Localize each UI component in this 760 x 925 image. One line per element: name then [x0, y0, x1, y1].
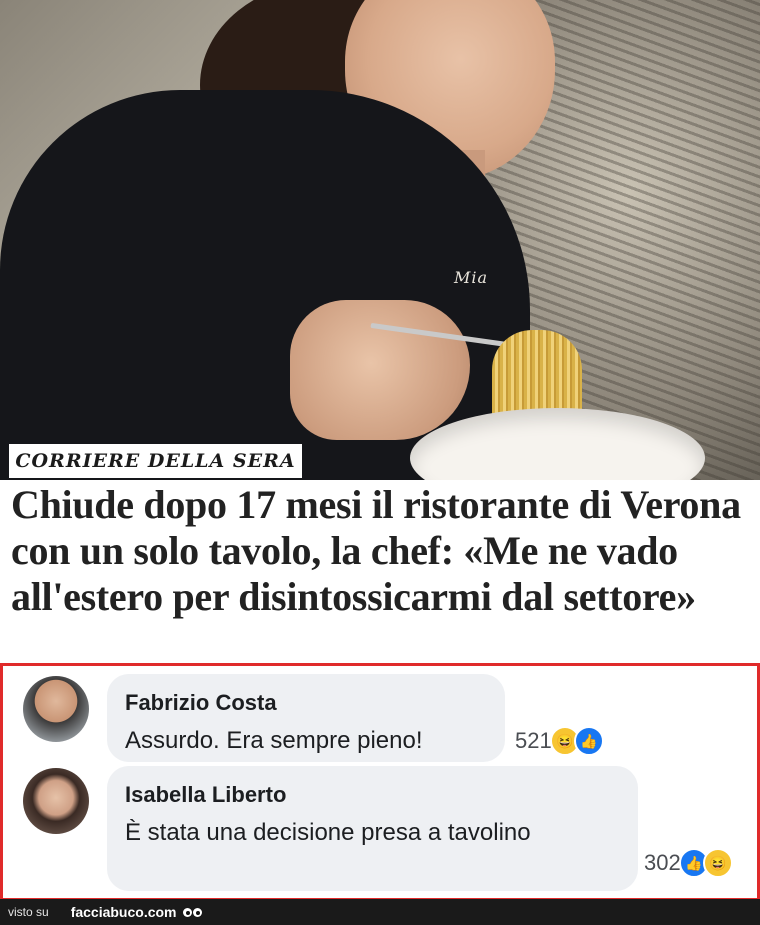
reaction-summary[interactable]: 521 😆 👍: [515, 726, 604, 756]
haha-icon: 😆: [702, 848, 733, 878]
chef-hand: [290, 300, 470, 440]
comment-text: Assurdo. Era sempre pieno!: [125, 727, 423, 754]
eyes-logo-icon: [182, 907, 202, 917]
comment-bubble: Fabrizio Costa Assurdo. Era sempre pieno…: [107, 674, 505, 762]
comment-author[interactable]: Fabrizio Costa: [125, 690, 277, 716]
jacket-embroidery: Mia: [454, 268, 489, 287]
chef-photo: Mia CORRIERE DELLA SERA: [0, 0, 760, 480]
avatar[interactable]: [23, 768, 89, 834]
watermark-prefix: visto su: [8, 905, 49, 919]
like-icon: 👍: [573, 726, 604, 756]
comment-text: È stata una decisione presa a tavolino: [125, 819, 531, 846]
chef-jacket: [0, 90, 530, 480]
comment-bubble: Isabella Liberto È stata una decisione p…: [107, 766, 638, 891]
newspaper-name: CORRIERE DELLA SERA: [15, 450, 296, 472]
avatar[interactable]: [23, 676, 89, 742]
reaction-count: 521: [515, 728, 552, 753]
watermark-bar: visto su facciabuco.com: [0, 899, 760, 925]
newspaper-logo: CORRIERE DELLA SERA: [9, 444, 302, 478]
article-headline: Chiude dopo 17 mesi il ristorante di Ver…: [11, 482, 741, 619]
watermark-site[interactable]: facciabuco.com: [71, 904, 177, 920]
comments-panel: Fabrizio Costa Assurdo. Era sempre pieno…: [0, 663, 760, 901]
comment-author[interactable]: Isabella Liberto: [125, 782, 286, 808]
reaction-count: 302: [644, 850, 681, 875]
reaction-summary[interactable]: 302 👍 😆: [644, 848, 733, 878]
